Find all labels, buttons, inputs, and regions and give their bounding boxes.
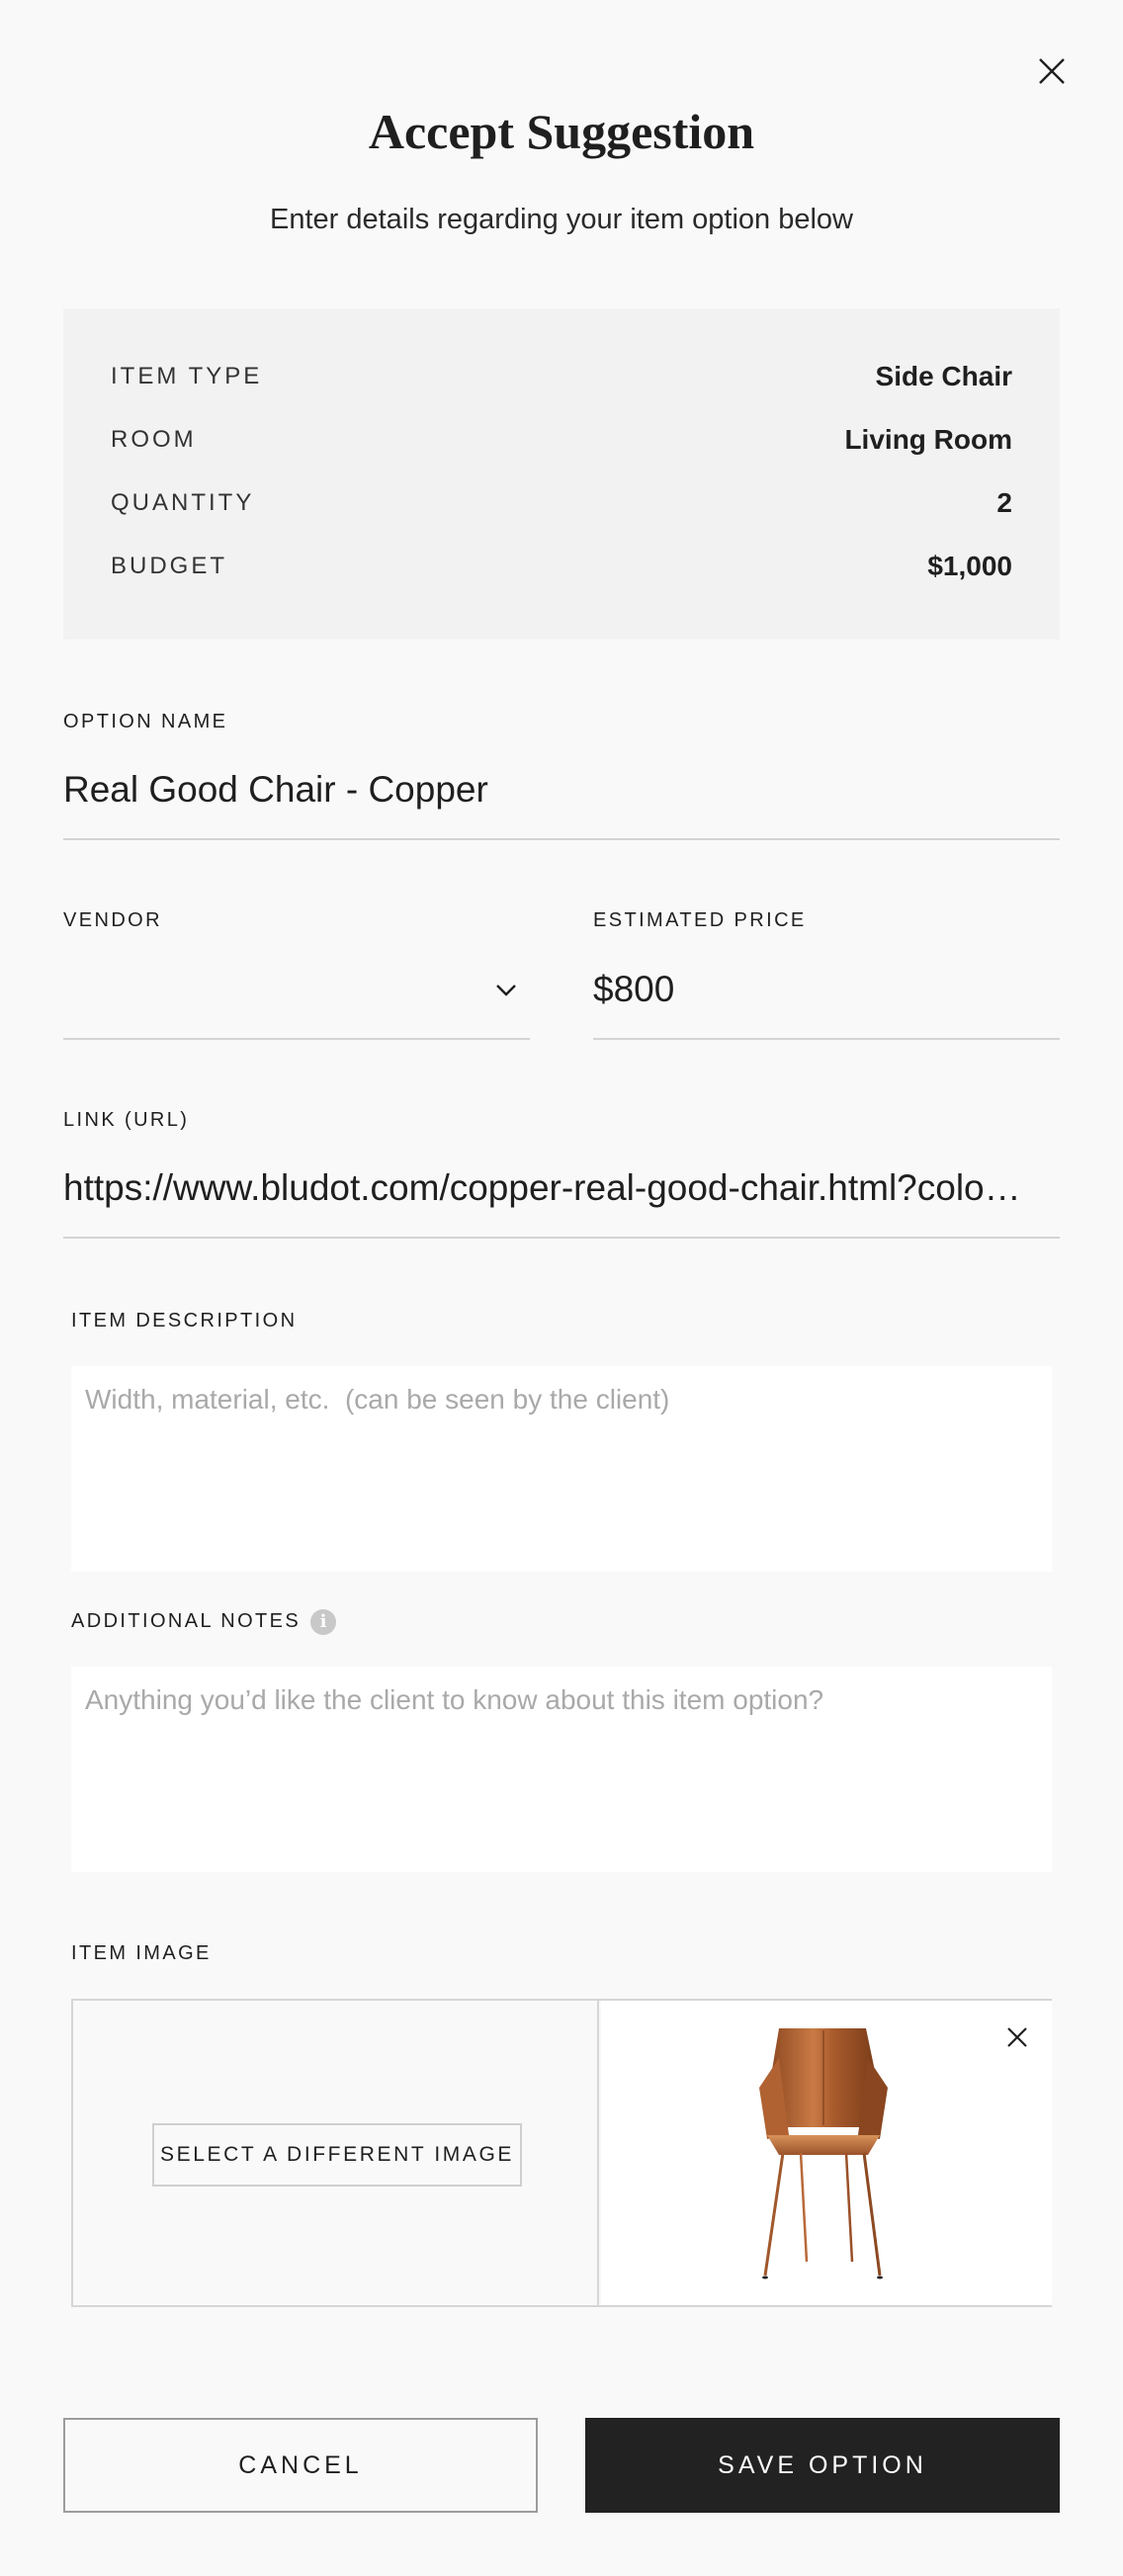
select-different-image-button[interactable]: SELECT A DIFFERENT IMAGE (152, 2123, 522, 2187)
close-icon (1039, 58, 1065, 84)
info-icon[interactable]: i (310, 1609, 336, 1635)
item-description-textarea[interactable] (71, 1366, 1052, 1572)
item-summary-panel: ITEM TYPE Side Chair ROOM Living Room QU… (63, 308, 1060, 640)
item-image-box: SELECT A DIFFERENT IMAGE (71, 1999, 1052, 2307)
summary-key: BUDGET (111, 553, 228, 579)
close-icon[interactable] (1004, 2024, 1030, 2050)
option-name-label: OPTION NAME (63, 711, 228, 732)
summary-row-budget: BUDGET $1,000 (111, 547, 1012, 586)
summary-value: $1,000 (927, 551, 1012, 581)
estimated-price-field[interactable]: $800 (593, 953, 1060, 1040)
summary-row-item-type: ITEM TYPE Side Chair (111, 357, 1012, 396)
additional-notes-textarea[interactable] (71, 1667, 1052, 1872)
summary-key: QUANTITY (111, 489, 255, 516)
summary-value: Side Chair (875, 361, 1012, 391)
accept-suggestion-modal: Accept Suggestion Enter details regardin… (0, 0, 1123, 2576)
item-description-label: ITEM DESCRIPTION (71, 1310, 298, 1331)
item-image-label: ITEM IMAGE (71, 1942, 212, 1964)
summary-value: 2 (996, 487, 1012, 518)
estimated-price-value: $800 (593, 969, 675, 1009)
modal-subtitle: Enter details regarding your item option… (270, 204, 853, 235)
additional-notes-label: ADDITIONAL NOTES (71, 1610, 302, 1632)
close-modal-button[interactable] (1032, 51, 1072, 91)
option-name-field[interactable]: Real Good Chair - Copper (63, 753, 1060, 840)
link-label: LINK (URL) (63, 1109, 190, 1131)
summary-row-room: ROOM Living Room (111, 420, 1012, 460)
vendor-select[interactable] (63, 953, 530, 1040)
save-option-button[interactable]: SAVE OPTION (585, 2418, 1060, 2513)
chair-image (759, 2028, 888, 2279)
link-value: https://www.bludot.com/copper-real-good-… (63, 1167, 1021, 1208)
link-field[interactable]: https://www.bludot.com/copper-real-good-… (63, 1152, 1060, 1239)
chevron-down-icon (496, 985, 516, 996)
modal-title: Accept Suggestion (368, 104, 755, 159)
summary-key: ROOM (111, 426, 197, 453)
image-select-panel: SELECT A DIFFERENT IMAGE (73, 2001, 599, 2305)
image-preview-panel (601, 2001, 1052, 2305)
estimated-price-label: ESTIMATED PRICE (593, 909, 807, 931)
cancel-button[interactable]: CANCEL (63, 2418, 538, 2513)
vendor-label: VENDOR (63, 909, 162, 931)
summary-key: ITEM TYPE (111, 363, 263, 389)
summary-value: Living Room (844, 424, 1012, 455)
summary-row-quantity: QUANTITY 2 (111, 483, 1012, 523)
option-name-value: Real Good Chair - Copper (63, 769, 488, 810)
